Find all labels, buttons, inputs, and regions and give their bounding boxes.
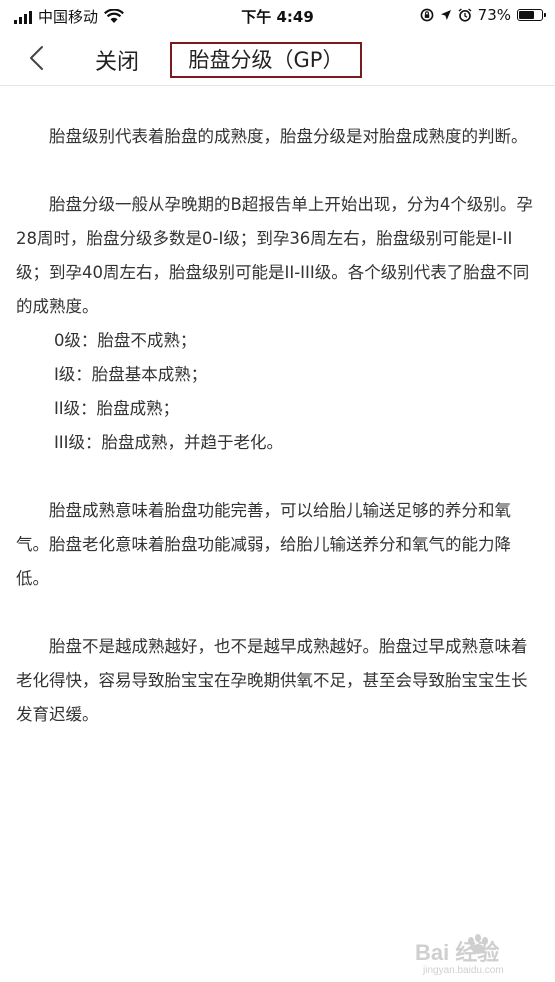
baidu-jingyan-watermark: Bai 经验 jingyan.baidu.com	[413, 930, 545, 976]
watermark-url: jingyan.baidu.com	[422, 965, 504, 976]
page-title: 胎盘分级（GP）	[170, 42, 362, 78]
grade-item: 0级：胎盘不成熟；	[53, 331, 197, 350]
grade-item: III级：胎盘成熟，并趋于老化。	[53, 433, 284, 452]
nav-bar: 关闭 胎盘分级（GP）	[0, 32, 555, 86]
status-right: 73%	[420, 6, 546, 24]
article-paragraph: 胎盘不是越成熟越好，也不是越早成熟越好。胎盘过早成熟意味着老化得快，容易导致胎宝…	[16, 637, 528, 724]
alarm-icon	[458, 8, 472, 22]
article-content: 胎盘级别代表着胎盘的成熟度，胎盘分级是对胎盘成熟度的判断。 胎盘分级一般从孕晚期…	[16, 86, 541, 732]
status-bar: 中国移动 下午 4:49 73%	[0, 0, 555, 32]
paw-logo-icon: Bai 经验 jingyan.baidu.com	[415, 934, 504, 976]
location-icon	[440, 10, 451, 20]
watermark-logo-text: Bai 经验	[415, 940, 499, 965]
article-paragraph: 胎盘分级一般从孕晚期的B超报告单上开始出现，分为4个级别。孕28周时，胎盘分级多…	[16, 195, 533, 316]
close-button[interactable]: 关闭	[95, 44, 139, 76]
screen-lock-icon	[420, 8, 434, 22]
grade-item: II级：胎盘成熟；	[53, 399, 180, 418]
grade-item: I级：胎盘基本成熟；	[53, 365, 208, 384]
article-paragraph: 胎盘成熟意味着胎盘功能完善，可以给胎儿输送足够的养分和氧气。胎盘老化意味着胎盘功…	[16, 501, 511, 588]
article-paragraph: 胎盘级别代表着胎盘的成熟度，胎盘分级是对胎盘成熟度的判断。	[49, 127, 528, 146]
battery-percent: 73%	[477, 6, 511, 24]
chevron-left-icon[interactable]	[22, 42, 52, 74]
battery-level	[519, 11, 534, 19]
battery-icon	[517, 9, 546, 21]
